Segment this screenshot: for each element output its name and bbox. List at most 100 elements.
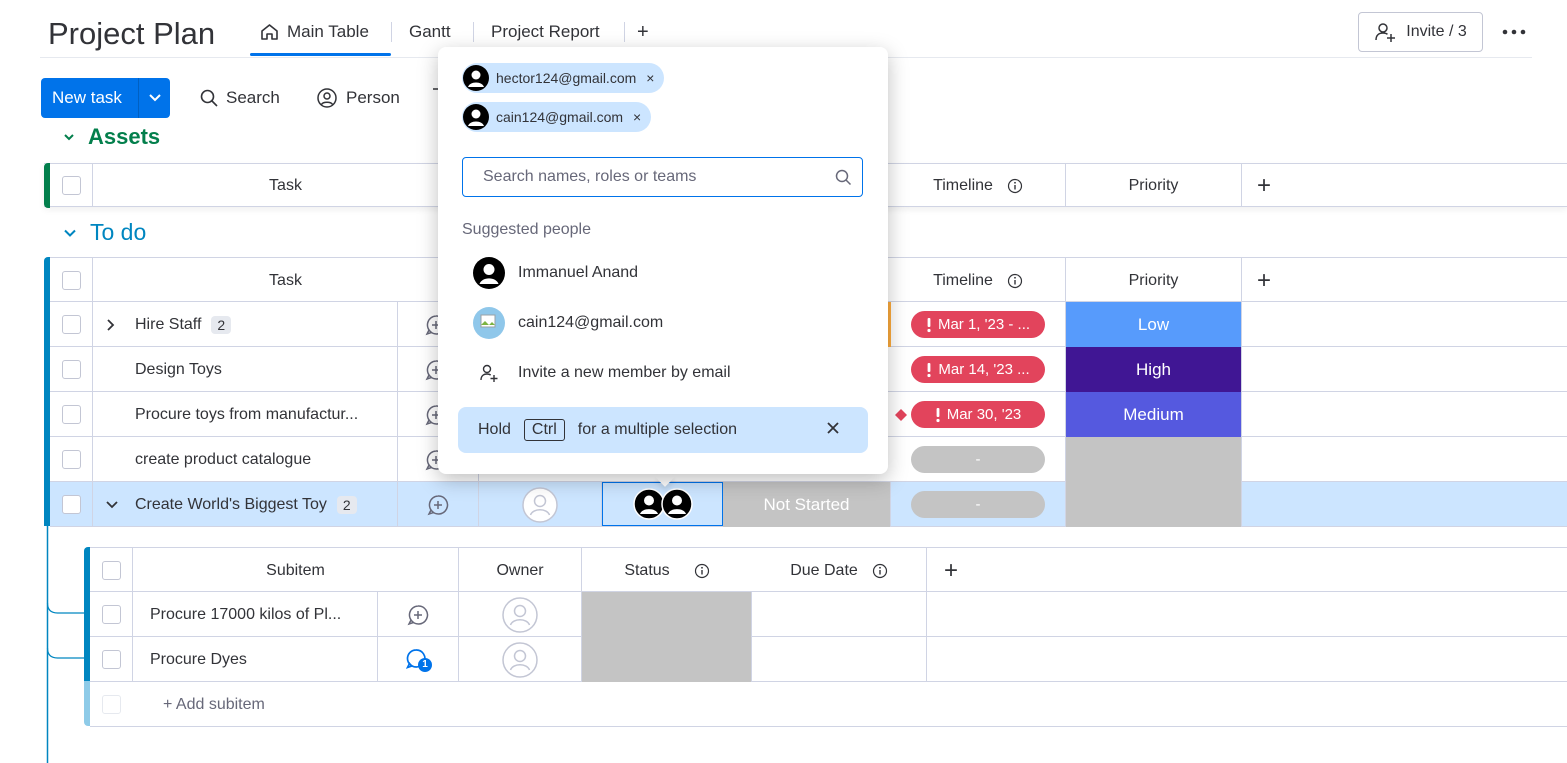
priority-cell[interactable]: High xyxy=(1066,347,1242,392)
column-header-owner[interactable]: Owner xyxy=(459,548,582,593)
select-all-checkbox[interactable] xyxy=(61,176,81,195)
chevron-down-icon[interactable] xyxy=(62,130,76,144)
selected-person-chip[interactable]: hector124@gmail.com × xyxy=(462,63,665,93)
group-title-todo[interactable]: To do xyxy=(62,219,146,246)
timeline-pill[interactable]: Mar 30, '23 xyxy=(911,401,1045,428)
row-checkbox[interactable] xyxy=(61,360,81,379)
column-header-timeline[interactable]: Timeline xyxy=(891,164,1066,207)
updates-cell[interactable] xyxy=(378,592,459,637)
owner-cell[interactable] xyxy=(459,592,582,637)
subitem-row[interactable]: Procure 17000 kilos of Pl... xyxy=(90,592,1567,637)
subitem-name-cell[interactable]: Procure 17000 kilos of Pl... xyxy=(133,592,378,637)
updates-cell[interactable]: 1 xyxy=(378,637,459,682)
add-subitem-button[interactable]: + Add subitem xyxy=(133,682,533,727)
info-icon[interactable] xyxy=(1007,273,1023,289)
row-checkbox[interactable] xyxy=(101,650,121,669)
people-search-input[interactable]: Search names, roles or teams xyxy=(462,157,863,197)
owner-cell[interactable] xyxy=(459,637,582,682)
task-name-cell[interactable]: Design Toys xyxy=(93,347,398,392)
column-header-priority[interactable]: Priority xyxy=(1066,258,1242,303)
empty-avatar-icon[interactable] xyxy=(502,641,538,678)
chevron-right-icon[interactable] xyxy=(105,318,117,332)
select-all-checkbox[interactable] xyxy=(61,271,81,290)
invite-button[interactable]: Invite / 3 xyxy=(1358,12,1483,52)
add-column-button[interactable]: + xyxy=(1242,164,1286,207)
add-column-button[interactable]: + xyxy=(1242,258,1286,303)
add-subitem-row[interactable]: + Add subitem xyxy=(90,682,1567,727)
select-all-checkbox[interactable] xyxy=(101,561,121,580)
row-checkbox[interactable] xyxy=(61,495,81,514)
due-date-cell[interactable] xyxy=(752,592,927,637)
suggested-person[interactable]: Immanuel Anand xyxy=(472,256,638,290)
chevron-down-icon[interactable] xyxy=(62,225,78,241)
info-icon[interactable] xyxy=(694,563,710,579)
timeline-cell[interactable]: Mar 30, '23 xyxy=(891,392,1066,437)
subitems-count-badge[interactable]: 2 xyxy=(336,495,357,514)
avatar-icon[interactable] xyxy=(660,488,693,520)
status-cell[interactable] xyxy=(582,592,752,637)
task-name-cell[interactable]: Procure toys from manufactur... xyxy=(93,392,398,437)
tab-gantt[interactable]: Gantt xyxy=(409,20,451,44)
priority-cell[interactable]: Medium xyxy=(1066,392,1242,437)
column-header-priority[interactable]: Priority xyxy=(1066,164,1242,207)
table-row-selected[interactable]: Create World's Biggest Toy 2 Not Started… xyxy=(50,482,1567,527)
column-header-task[interactable]: Task xyxy=(93,164,479,207)
timeline-cell[interactable]: Mar 14, '23 ... xyxy=(891,347,1066,392)
column-header-subitem[interactable]: Subitem xyxy=(133,548,459,593)
more-options-button[interactable] xyxy=(1496,20,1532,44)
updates-icon[interactable]: 1 xyxy=(406,648,432,672)
column-header-due-date[interactable]: Due Date xyxy=(752,548,927,593)
priority-cell[interactable] xyxy=(1066,482,1242,527)
add-tab-button[interactable]: + xyxy=(637,20,649,44)
close-icon[interactable] xyxy=(826,421,840,435)
row-checkbox[interactable] xyxy=(61,315,81,334)
priority-cell[interactable] xyxy=(1066,437,1242,482)
new-task-button[interactable]: New task xyxy=(41,78,170,118)
subitems-count-badge[interactable]: 2 xyxy=(211,315,232,334)
suggested-person[interactable]: cain124@gmail.com xyxy=(472,306,663,340)
invite-by-email-option[interactable]: Invite a new member by email xyxy=(472,356,731,390)
due-date-cell[interactable] xyxy=(752,637,927,682)
subitem-name-cell[interactable]: Procure Dyes xyxy=(133,637,378,682)
selected-person-chip[interactable]: cain124@gmail.com × xyxy=(462,102,652,132)
task-name-cell[interactable]: Hire Staff 2 xyxy=(93,302,398,347)
group-title-assets[interactable]: Assets xyxy=(62,125,160,149)
row-checkbox[interactable] xyxy=(101,605,121,624)
add-column-button[interactable]: + xyxy=(927,548,975,593)
status-cell[interactable]: Not Started xyxy=(723,482,891,527)
column-header-task[interactable]: Task xyxy=(93,258,479,303)
timeline-cell[interactable]: - xyxy=(891,482,1066,527)
add-update-icon[interactable] xyxy=(407,604,429,626)
column-header-timeline[interactable]: Timeline xyxy=(891,258,1066,303)
people-cell-active[interactable] xyxy=(602,482,723,526)
row-checkbox[interactable] xyxy=(61,450,81,469)
empty-avatar-icon[interactable] xyxy=(522,486,558,523)
owner-cell[interactable] xyxy=(479,482,602,527)
info-icon[interactable] xyxy=(1007,178,1023,194)
column-header-status[interactable]: Status xyxy=(582,548,752,593)
timeline-pill[interactable]: - xyxy=(911,491,1045,518)
tab-main-table[interactable]: Main Table xyxy=(260,20,369,44)
timeline-pill[interactable]: - xyxy=(911,446,1045,473)
remove-chip-button[interactable]: × xyxy=(633,109,641,125)
timeline-pill[interactable]: Mar 1, '23 - ... xyxy=(911,311,1045,338)
timeline-cell[interactable]: - xyxy=(891,437,1066,482)
remove-chip-button[interactable]: × xyxy=(646,70,654,86)
empty-avatar-icon[interactable] xyxy=(502,596,538,633)
priority-cell[interactable]: Low xyxy=(1066,302,1242,347)
chevron-down-icon[interactable] xyxy=(105,499,119,511)
add-update-icon[interactable] xyxy=(427,494,449,516)
tab-project-report[interactable]: Project Report xyxy=(491,20,600,44)
status-cell[interactable] xyxy=(582,637,752,682)
task-name-cell[interactable]: create product catalogue xyxy=(93,437,398,482)
person-filter-button[interactable]: Person xyxy=(316,86,400,110)
row-checkbox[interactable] xyxy=(61,405,81,424)
task-name-cell[interactable]: Create World's Biggest Toy 2 xyxy=(93,482,398,527)
search-button[interactable]: Search xyxy=(200,86,280,110)
timeline-cell[interactable]: Mar 1, '23 - ... xyxy=(891,302,1066,347)
subitem-row[interactable]: Procure Dyes 1 xyxy=(90,637,1567,682)
updates-cell[interactable] xyxy=(398,482,479,527)
chevron-down-icon[interactable] xyxy=(139,93,170,103)
timeline-pill[interactable]: Mar 14, '23 ... xyxy=(911,356,1045,383)
info-icon[interactable] xyxy=(872,563,888,579)
